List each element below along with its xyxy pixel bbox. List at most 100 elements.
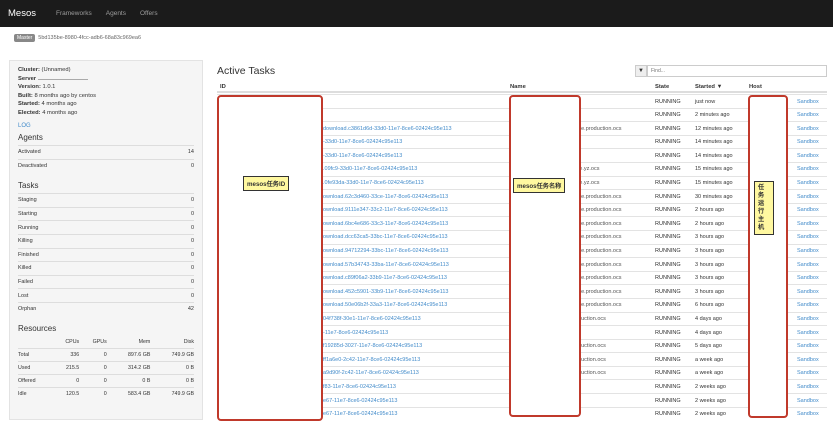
sandbox-link[interactable]: Sandbox [797, 221, 819, 227]
info-value: 4 months ago [41, 101, 77, 107]
task-id-link[interactable]: f83-11e7-8ce6-02424c95e113 [323, 384, 396, 390]
stat-row: Killed 0 [18, 261, 194, 275]
resources-cell: 0 B [150, 361, 194, 375]
task-id-link[interactable]: -33d0-11e7-8ce6-02424c95e113 [323, 153, 402, 159]
header-host[interactable]: Host [749, 84, 762, 90]
nav-frameworks[interactable]: Frameworks [56, 10, 92, 17]
sandbox-link[interactable]: Sandbox [797, 357, 819, 363]
filter-box: ▼ [635, 65, 827, 77]
task-id-link[interactable]: ownload.50e06b2f-33a3-11e7-8ce6-02424c95… [323, 302, 447, 308]
task-started: 4 days ago [695, 329, 722, 336]
sandbox-link[interactable]: Sandbox [797, 126, 819, 132]
task-id-link[interactable]: ownload.6bc4e686-33c3-11e7-8ce6-02424c95… [323, 221, 448, 227]
task-state: RUNNING [655, 356, 681, 363]
sandbox-link[interactable]: Sandbox [797, 166, 819, 172]
task-id-link[interactable]: f19285d-3027-11e7-8ce6-02424c95e113 [323, 343, 422, 349]
sandbox-link[interactable]: Sandbox [797, 262, 819, 268]
task-state: RUNNING [655, 112, 681, 119]
task-id-link[interactable]: ownload.c89f06a2-33b9-11e7-8ce6-02424c95… [323, 275, 447, 281]
sandbox-link[interactable]: Sandbox [797, 194, 819, 200]
stat-value: 42 [187, 306, 194, 313]
task-state: RUNNING [655, 207, 681, 214]
resources-header-cell: GPUs [92, 338, 107, 345]
stat-row: Failed 0 [18, 274, 194, 289]
sandbox-link[interactable]: Sandbox [797, 330, 819, 336]
filter-input[interactable] [647, 65, 827, 77]
task-id-link[interactable]: e67-11e7-8ce6-02424c95e113 [323, 398, 397, 404]
sandbox-link[interactable]: Sandbox [797, 99, 819, 105]
task-id-link[interactable]: 04f738f-30e1-11e7-8ce6-02424c95e113 [323, 316, 421, 322]
task-started: just now [695, 98, 716, 105]
task-id-link[interactable]: -33d0-11e7-8ce6-02424c95e113 [323, 139, 402, 145]
resources-cell: Offered [18, 374, 53, 388]
log-link[interactable]: LOG [18, 123, 194, 129]
header-started[interactable]: Started ▼ [695, 84, 722, 90]
task-id-link[interactable]: -11e7-8ce6-02424c95e113 [323, 330, 388, 336]
nav-offers[interactable]: Offers [140, 10, 158, 17]
task-state: RUNNING [655, 193, 681, 200]
resources-row: Total 336 0 897.6 GB 749.9 GB [18, 348, 194, 362]
tasks-list: Staging 0 Starting 0 Running 0 Killing 0 Finishe… [18, 193, 194, 315]
task-name: age.production.ocs [575, 288, 622, 295]
stat-value: 0 [190, 265, 194, 272]
task-name: age.production.ocs [575, 193, 622, 200]
stat-value: 0 [190, 292, 194, 299]
info-row: Built: 8 months ago by centos [18, 92, 194, 101]
sandbox-link[interactable]: Sandbox [797, 248, 819, 254]
sandbox-link[interactable]: Sandbox [797, 289, 819, 295]
header-state[interactable]: State [655, 84, 669, 90]
sandbox-link[interactable]: Sandbox [797, 411, 819, 417]
stat-label: Deactivated [18, 162, 48, 169]
task-started: 5 days ago [695, 343, 722, 350]
info-label: Version: [18, 84, 41, 90]
sandbox-link[interactable]: Sandbox [797, 275, 819, 281]
task-id-link[interactable]: a9d90f-2c42-11e7-8ce6-02424c95e113 [323, 370, 419, 376]
task-state: RUNNING [655, 234, 681, 241]
task-id-link[interactable]: ownload.62c3d460-33ce-11e7-8ce6-02424c95… [323, 194, 448, 200]
sandbox-link[interactable]: Sandbox [797, 207, 819, 213]
stat-value: 0 [190, 238, 194, 245]
header-id[interactable]: ID [220, 84, 226, 90]
task-id-link[interactable]: ownload.dcc63ca5-33bc-11e7-8ce6-02424c95… [323, 234, 448, 240]
task-id-link[interactable]: ff1a6e0-2c42-11e7-8ce6-02424c95e113 [323, 357, 420, 363]
header-name[interactable]: Name [510, 84, 526, 90]
sandbox-link[interactable]: Sandbox [797, 398, 819, 404]
brand-logo[interactable]: Mesos [8, 8, 36, 19]
task-id-link[interactable]: e67-11e7-8ce6-02424c95e113 [323, 411, 397, 417]
task-name: age.production.ocs [575, 275, 622, 282]
sandbox-link[interactable]: Sandbox [797, 153, 819, 159]
task-name: age.production.ocs [575, 261, 622, 268]
task-id-link[interactable]: ownload.94712294-33bc-11e7-8ce6-02424c95… [323, 248, 448, 254]
task-started: 3 hours ago [695, 275, 725, 282]
nav-agents[interactable]: Agents [106, 10, 126, 17]
sandbox-link[interactable]: Sandbox [797, 316, 819, 322]
info-value: 8 months ago by centos [34, 92, 96, 99]
stat-row: Staging 0 [18, 193, 194, 207]
task-id-link[interactable]: .09fc9-33d0-11e7-8ce6-02424c95e113 [323, 166, 417, 172]
resources-cell: Idle [18, 387, 53, 401]
task-started: a week ago [695, 370, 724, 377]
sandbox-link[interactable]: Sandbox [797, 370, 819, 376]
resources-cell: Total [18, 348, 53, 362]
task-id-link[interactable]: .0fe93da-33d0-11e7-8ce6-02424c95e113 [323, 180, 424, 186]
sandbox-link[interactable]: Sandbox [797, 112, 819, 118]
task-started: 30 minutes ago [695, 193, 733, 200]
sandbox-link[interactable]: Sandbox [797, 139, 819, 145]
task-id-link[interactable]: ownload.452c5901-33b9-11e7-8ce6-02424c95… [323, 289, 448, 295]
task-id-link[interactable]: download.c3861d6d-33d0-11e7-8ce6-02424c9… [323, 126, 452, 132]
resources-header-cell [18, 336, 52, 349]
resources-cell: 749.9 GB [150, 348, 194, 362]
filter-icon[interactable]: ▼ [635, 65, 647, 77]
task-id-link[interactable]: ownload.57b34743-33ba-11e7-8ce6-02424c95… [323, 262, 449, 268]
sandbox-link[interactable]: Sandbox [797, 343, 819, 349]
sandbox-link[interactable]: Sandbox [797, 384, 819, 390]
info-row: Elected: 4 months ago [18, 109, 194, 118]
task-id-link[interactable]: ownload.9111e347-33c2-11e7-8ce6-02424c95… [323, 207, 448, 213]
task-state: RUNNING [655, 180, 681, 187]
resources-cell: 0 B [150, 374, 194, 388]
sandbox-link[interactable]: Sandbox [797, 180, 819, 186]
resources-cell: 897.6 GB [106, 348, 151, 362]
task-started: 3 hours ago [695, 261, 725, 268]
sandbox-link[interactable]: Sandbox [797, 234, 819, 240]
sandbox-link[interactable]: Sandbox [797, 302, 819, 308]
